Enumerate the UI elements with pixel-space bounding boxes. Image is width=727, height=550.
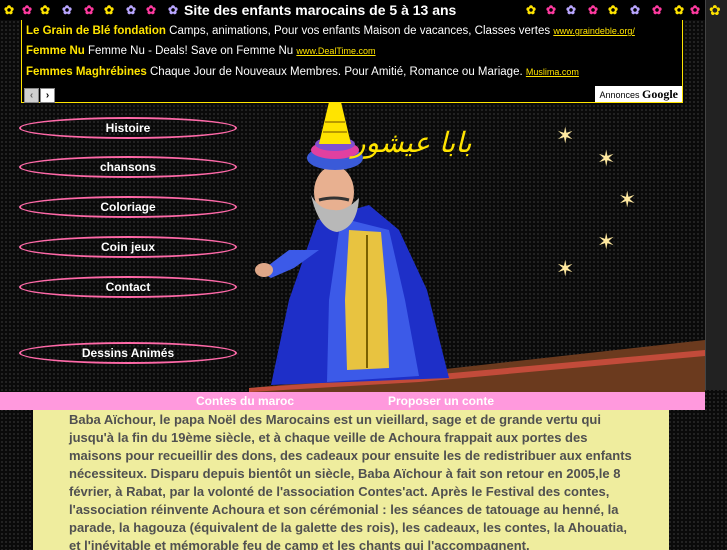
- chevron-left-icon[interactable]: ‹: [24, 88, 39, 103]
- tab-proposer-un-conte[interactable]: Proposer un conte: [388, 392, 494, 410]
- ad-title[interactable]: Le Grain de Blé fondation: [26, 25, 166, 37]
- ad-url[interactable]: www.graindeble.org/: [553, 26, 635, 36]
- tulip-icon: ✿: [674, 3, 685, 17]
- chevron-right-icon[interactable]: ›: [40, 88, 55, 103]
- tulip-icon: ✿: [709, 2, 721, 18]
- ad-url[interactable]: www.DealTime.com: [296, 46, 375, 56]
- ad-text: Femme Nu - Deals! Save on Femme Nu: [88, 45, 294, 57]
- site-title: Site des enfants marocains de 5 à 13 ans: [184, 2, 457, 18]
- ad-title[interactable]: Femmes Maghrébines: [26, 66, 147, 78]
- menu-item-contact[interactable]: Contact: [19, 276, 237, 298]
- star-icon: ✶: [556, 256, 575, 281]
- tulip-icon: ✿: [84, 3, 95, 17]
- story-text: Baba Aïchour, le papa Noël des Marocains…: [69, 412, 632, 550]
- tulip-icon: ✿: [104, 3, 115, 17]
- tulip-icon: ✿: [526, 3, 537, 17]
- annonces-label: Annonces: [599, 90, 640, 100]
- tulip-icon: ✿: [4, 3, 15, 17]
- tulip-icon: ✿: [168, 3, 179, 17]
- star-icon: ✶: [597, 146, 616, 171]
- ad-url[interactable]: Muslima.com: [526, 67, 579, 77]
- ad-nav: ‹ ›: [24, 85, 56, 103]
- ads-box: Le Grain de Blé fondation Camps, animati…: [21, 20, 683, 103]
- tab-bar: Contes du maroc Proposer un conte: [0, 392, 705, 410]
- tulip-icon: ✿: [126, 3, 137, 17]
- tulip-icon: ✿: [588, 3, 599, 17]
- menu-item-dessins-animes[interactable]: Dessins Animés: [19, 342, 237, 364]
- star-icon: ✶: [618, 187, 637, 212]
- ad-item[interactable]: Le Grain de Blé fondation Camps, animati…: [26, 25, 635, 37]
- right-decor-strip: ✿: [705, 0, 727, 390]
- menu-item-coloriage[interactable]: Coloriage: [19, 196, 237, 218]
- ad-item[interactable]: Femme Nu Femme Nu - Deals! Save on Femme…: [26, 45, 376, 57]
- tulip-icon: ✿: [546, 3, 557, 17]
- tab-contes-du-maroc[interactable]: Contes du maroc: [196, 392, 294, 410]
- star-icon: ✶: [556, 123, 575, 148]
- ad-text: Chaque Jour de Nouveaux Membres. Pour Am…: [150, 66, 523, 78]
- menu-item-histoire[interactable]: Histoire: [19, 117, 237, 139]
- tulip-icon: ✿: [40, 3, 51, 17]
- tulip-icon: ✿: [566, 3, 577, 17]
- tulip-icon: ✿: [630, 3, 641, 17]
- tulip-icon: ✿: [690, 3, 701, 17]
- menu-item-chansons[interactable]: chansons: [19, 156, 237, 178]
- tulip-icon: ✿: [652, 3, 663, 17]
- ad-item[interactable]: Femmes Maghrébines Chaque Jour de Nouvea…: [26, 66, 579, 78]
- tulip-icon: ✿: [62, 3, 73, 17]
- ad-title[interactable]: Femme Nu: [26, 45, 85, 57]
- tulip-icon: ✿: [608, 3, 619, 17]
- tulip-icon: ✿: [22, 3, 33, 17]
- baba-aichour-illustration: [249, 102, 705, 392]
- arabic-title: بابا عيشور: [352, 126, 472, 159]
- google-logo: Google: [642, 87, 678, 101]
- menu-item-coin-jeux[interactable]: Coin jeux: [19, 236, 237, 258]
- star-icon: ✶: [597, 229, 616, 254]
- story-panel: Baba Aïchour, le papa Noël des Marocains…: [33, 410, 669, 550]
- ad-text: Camps, animations, Pour vos enfants Mais…: [169, 25, 551, 37]
- tulip-icon: ✿: [146, 3, 157, 17]
- top-banner: ✿ ✿ ✿ ✿ ✿ ✿ ✿ ✿ ✿ Site des enfants maroc…: [0, 0, 705, 20]
